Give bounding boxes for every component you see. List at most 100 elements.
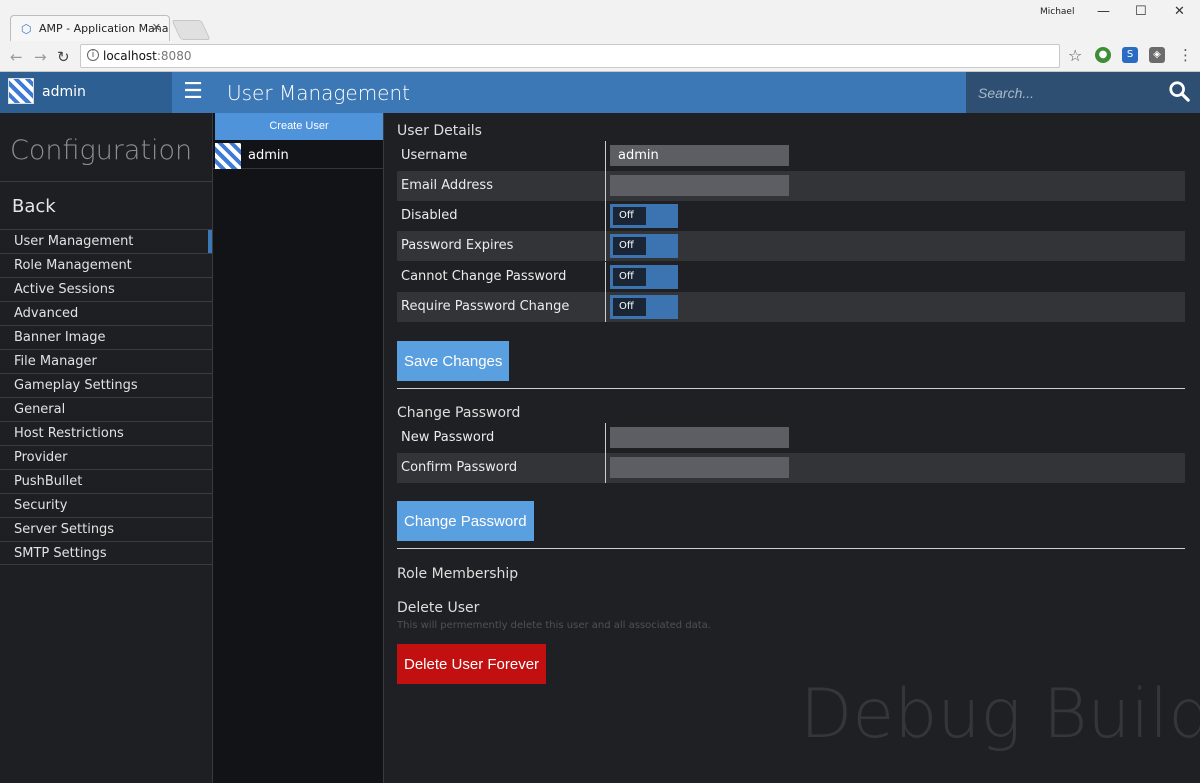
confirm-password-label: Confirm Password [401,460,518,475]
sidebar-heading: Configuration [10,135,193,166]
tab-close-icon[interactable]: ✕ [152,21,161,34]
sidebar-item-general[interactable]: General [0,397,212,421]
reload-icon[interactable]: ↻ [57,48,70,66]
sidebar-item-role-management[interactable]: Role Management [0,253,212,277]
toggle-state: Off [613,207,646,225]
require-password-change-toggle[interactable]: Off [610,295,678,319]
search-input[interactable] [978,82,1158,104]
cannot-change-password-toggle[interactable]: Off [610,265,678,289]
email-field[interactable] [610,175,789,196]
sidebar-item-advanced[interactable]: Advanced [0,301,212,325]
disabled-toggle[interactable]: Off [610,204,678,228]
password-expires-toggle[interactable]: Off [610,234,678,258]
site-info-icon[interactable]: i [87,49,99,61]
page-title: User Management [227,81,410,105]
browser-tab[interactable]: ⬡ AMP - Application Mana ✕ [10,15,170,41]
toggle-state: Off [613,237,646,255]
sidebar-nav: User Management Role Management Active S… [0,229,212,565]
section-divider [397,388,1185,389]
disabled-label: Disabled [401,208,458,223]
browser-chrome: ⬡ AMP - Application Mana ✕ Michael — ☐ ✕… [0,0,1200,72]
save-changes-button[interactable]: Save Changes [397,341,510,381]
header-user-name: admin [42,84,86,100]
main-panel: User Details Username Email Address Disa… [385,113,1200,783]
password-expires-row: Password Expires Off [397,231,1185,261]
sidebar-item-provider[interactable]: Provider [0,445,212,469]
cannot-change-password-row: Cannot Change Password Off [397,262,1185,292]
search-box [966,72,1200,113]
browser-tab-title: AMP - Application Mana [39,22,169,35]
create-user-button[interactable]: Create User [215,113,383,140]
delete-user-hint: This will permemently delete this user a… [397,620,711,631]
search-icon[interactable] [1168,80,1190,102]
role-membership-heading: Role Membership [397,566,519,582]
sidebar-item-server-settings[interactable]: Server Settings [0,517,212,541]
url-port: :8080 [156,49,192,63]
user-details-heading: User Details [397,123,482,139]
sidebar-item-active-sessions[interactable]: Active Sessions [0,277,212,301]
user-block[interactable]: admin [0,72,172,113]
delete-user-heading: Delete User [397,600,480,616]
new-password-label: New Password [401,430,495,445]
password-expires-label: Password Expires [401,238,514,253]
toggle-state: Off [613,298,646,316]
window-user-label: Michael [1040,7,1075,17]
new-tab-button[interactable] [171,20,211,40]
form-divider [605,262,606,292]
username-label: Username [401,148,468,163]
username-row: Username [397,141,1185,171]
user-list-name: admin [248,148,289,163]
sidebar-item-pushbullet[interactable]: PushBullet [0,469,212,493]
username-field[interactable] [610,145,789,166]
user-list-column: Create User admin [213,113,384,783]
avatar [215,143,241,169]
sidebar-item-banner-image[interactable]: Banner Image [0,325,212,349]
back-link[interactable]: Back [0,181,212,229]
delete-user-button[interactable]: Delete User Forever [397,644,547,684]
sidebar-item-security[interactable]: Security [0,493,212,517]
debug-build-watermark: Debug Build [800,675,1200,754]
form-divider [605,171,606,201]
disabled-row: Disabled Off [397,201,1185,231]
bookmark-star-icon[interactable]: ☆ [1068,46,1082,65]
forward-arrow-icon[interactable]: → [34,48,47,66]
extension-s-icon[interactable]: S [1122,47,1138,63]
hamburger-menu-icon[interactable]: ☰ [174,72,212,113]
amp-favicon-icon: ⬡ [21,22,32,36]
confirm-password-field[interactable] [610,457,789,478]
avatar [8,78,34,104]
window-close-icon[interactable]: ✕ [1174,4,1185,19]
browser-menu-icon[interactable]: ⋮ [1178,46,1193,64]
maximize-icon[interactable]: ☐ [1135,4,1147,19]
email-row: Email Address [397,171,1185,201]
change-password-heading: Change Password [397,405,521,421]
cannot-change-password-label: Cannot Change Password [401,269,567,284]
sidebar-item-smtp-settings[interactable]: SMTP Settings [0,541,212,565]
extension-green-icon[interactable]: ● [1095,47,1111,63]
new-password-row: New Password [397,423,1185,453]
back-arrow-icon[interactable]: ← [10,48,23,66]
new-password-field[interactable] [610,427,789,448]
address-bar[interactable]: i localhost:8080 [80,44,1060,68]
confirm-password-row: Confirm Password [397,453,1185,483]
form-divider [605,423,606,453]
form-divider [605,231,606,261]
change-password-button[interactable]: Change Password [397,501,534,541]
sidebar-item-host-restrictions[interactable]: Host Restrictions [0,421,212,445]
url-host: localhost [103,49,157,63]
sidebar-item-file-manager[interactable]: File Manager [0,349,212,373]
config-sidebar: Configuration Back User Management Role … [0,113,213,783]
email-label: Email Address [401,178,493,193]
form-divider [605,201,606,231]
sidebar-item-gameplay-settings[interactable]: Gameplay Settings [0,373,212,397]
section-divider [397,548,1185,549]
minimize-icon[interactable]: — [1097,4,1110,19]
extension-shield-icon[interactable]: ◈ [1149,47,1165,63]
form-divider [605,453,606,483]
list-item[interactable]: admin [213,141,383,169]
sidebar-item-user-management[interactable]: User Management [0,229,212,253]
toggle-state: Off [613,268,646,286]
require-password-change-label: Require Password Change [401,299,570,314]
app-header: admin ☰ User Management [0,72,1200,113]
form-divider [605,141,606,171]
